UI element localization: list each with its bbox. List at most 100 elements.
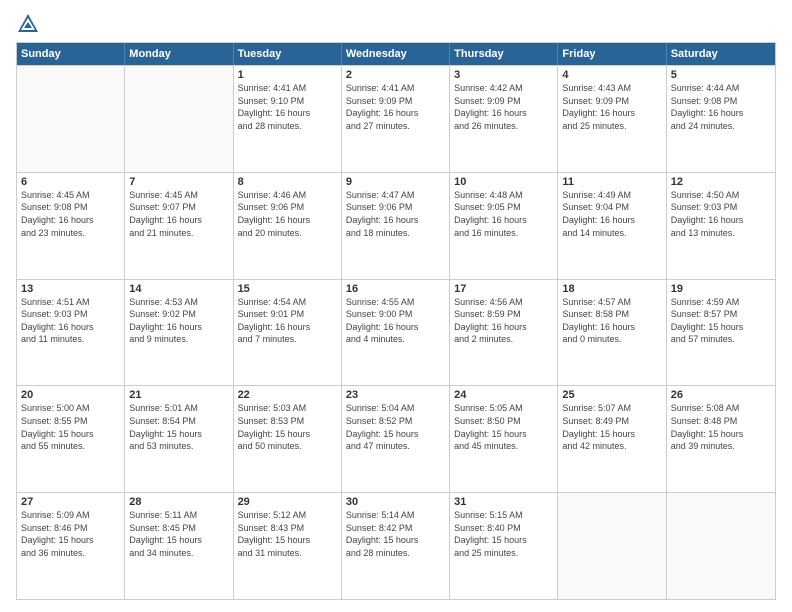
- day-info: Sunrise: 4:46 AM Sunset: 9:06 PM Dayligh…: [238, 189, 337, 239]
- day-number: 28: [129, 496, 228, 508]
- day-number: 14: [129, 283, 228, 295]
- day-info: Sunrise: 5:04 AM Sunset: 8:52 PM Dayligh…: [346, 402, 445, 452]
- day-number: 20: [21, 389, 120, 401]
- calendar-day-18: 18Sunrise: 4:57 AM Sunset: 8:58 PM Dayli…: [558, 280, 666, 386]
- day-info: Sunrise: 4:44 AM Sunset: 9:08 PM Dayligh…: [671, 82, 771, 132]
- day-number: 24: [454, 389, 553, 401]
- day-header-tuesday: Tuesday: [234, 43, 342, 65]
- day-info: Sunrise: 5:03 AM Sunset: 8:53 PM Dayligh…: [238, 402, 337, 452]
- day-info: Sunrise: 4:50 AM Sunset: 9:03 PM Dayligh…: [671, 189, 771, 239]
- day-number: 16: [346, 283, 445, 295]
- day-info: Sunrise: 5:05 AM Sunset: 8:50 PM Dayligh…: [454, 402, 553, 452]
- calendar-day-23: 23Sunrise: 5:04 AM Sunset: 8:52 PM Dayli…: [342, 386, 450, 492]
- calendar-day-24: 24Sunrise: 5:05 AM Sunset: 8:50 PM Dayli…: [450, 386, 558, 492]
- calendar-day-5: 5Sunrise: 4:44 AM Sunset: 9:08 PM Daylig…: [667, 66, 775, 172]
- calendar-day-15: 15Sunrise: 4:54 AM Sunset: 9:01 PM Dayli…: [234, 280, 342, 386]
- day-info: Sunrise: 5:14 AM Sunset: 8:42 PM Dayligh…: [346, 509, 445, 559]
- calendar-day-29: 29Sunrise: 5:12 AM Sunset: 8:43 PM Dayli…: [234, 493, 342, 599]
- day-info: Sunrise: 5:00 AM Sunset: 8:55 PM Dayligh…: [21, 402, 120, 452]
- day-info: Sunrise: 5:01 AM Sunset: 8:54 PM Dayligh…: [129, 402, 228, 452]
- day-number: 13: [21, 283, 120, 295]
- calendar-row-4: 27Sunrise: 5:09 AM Sunset: 8:46 PM Dayli…: [17, 492, 775, 599]
- calendar-row-3: 20Sunrise: 5:00 AM Sunset: 8:55 PM Dayli…: [17, 385, 775, 492]
- calendar-day-21: 21Sunrise: 5:01 AM Sunset: 8:54 PM Dayli…: [125, 386, 233, 492]
- day-info: Sunrise: 4:56 AM Sunset: 8:59 PM Dayligh…: [454, 296, 553, 346]
- day-number: 29: [238, 496, 337, 508]
- day-info: Sunrise: 4:49 AM Sunset: 9:04 PM Dayligh…: [562, 189, 661, 239]
- day-info: Sunrise: 5:08 AM Sunset: 8:48 PM Dayligh…: [671, 402, 771, 452]
- calendar-day-8: 8Sunrise: 4:46 AM Sunset: 9:06 PM Daylig…: [234, 173, 342, 279]
- day-number: 2: [346, 69, 445, 81]
- calendar-day-16: 16Sunrise: 4:55 AM Sunset: 9:00 PM Dayli…: [342, 280, 450, 386]
- day-number: 21: [129, 389, 228, 401]
- page-header: [16, 12, 776, 36]
- day-info: Sunrise: 4:41 AM Sunset: 9:09 PM Dayligh…: [346, 82, 445, 132]
- day-number: 26: [671, 389, 771, 401]
- calendar-day-1: 1Sunrise: 4:41 AM Sunset: 9:10 PM Daylig…: [234, 66, 342, 172]
- day-header-wednesday: Wednesday: [342, 43, 450, 65]
- calendar-row-2: 13Sunrise: 4:51 AM Sunset: 9:03 PM Dayli…: [17, 279, 775, 386]
- day-header-monday: Monday: [125, 43, 233, 65]
- logo-icon: [16, 12, 40, 36]
- calendar-day-28: 28Sunrise: 5:11 AM Sunset: 8:45 PM Dayli…: [125, 493, 233, 599]
- day-number: 8: [238, 176, 337, 188]
- day-info: Sunrise: 4:43 AM Sunset: 9:09 PM Dayligh…: [562, 82, 661, 132]
- calendar: SundayMondayTuesdayWednesdayThursdayFrid…: [16, 42, 776, 600]
- calendar-day-22: 22Sunrise: 5:03 AM Sunset: 8:53 PM Dayli…: [234, 386, 342, 492]
- day-info: Sunrise: 4:41 AM Sunset: 9:10 PM Dayligh…: [238, 82, 337, 132]
- logo: [16, 12, 44, 36]
- day-info: Sunrise: 4:42 AM Sunset: 9:09 PM Dayligh…: [454, 82, 553, 132]
- day-header-saturday: Saturday: [667, 43, 775, 65]
- day-info: Sunrise: 5:07 AM Sunset: 8:49 PM Dayligh…: [562, 402, 661, 452]
- calendar-day-19: 19Sunrise: 4:59 AM Sunset: 8:57 PM Dayli…: [667, 280, 775, 386]
- day-info: Sunrise: 5:12 AM Sunset: 8:43 PM Dayligh…: [238, 509, 337, 559]
- calendar-day-9: 9Sunrise: 4:47 AM Sunset: 9:06 PM Daylig…: [342, 173, 450, 279]
- calendar-day-27: 27Sunrise: 5:09 AM Sunset: 8:46 PM Dayli…: [17, 493, 125, 599]
- calendar-day-2: 2Sunrise: 4:41 AM Sunset: 9:09 PM Daylig…: [342, 66, 450, 172]
- day-info: Sunrise: 5:15 AM Sunset: 8:40 PM Dayligh…: [454, 509, 553, 559]
- day-info: Sunrise: 4:53 AM Sunset: 9:02 PM Dayligh…: [129, 296, 228, 346]
- day-number: 19: [671, 283, 771, 295]
- calendar-day-14: 14Sunrise: 4:53 AM Sunset: 9:02 PM Dayli…: [125, 280, 233, 386]
- day-info: Sunrise: 4:54 AM Sunset: 9:01 PM Dayligh…: [238, 296, 337, 346]
- day-number: 17: [454, 283, 553, 295]
- day-number: 23: [346, 389, 445, 401]
- day-number: 5: [671, 69, 771, 81]
- calendar-day-12: 12Sunrise: 4:50 AM Sunset: 9:03 PM Dayli…: [667, 173, 775, 279]
- calendar-day-25: 25Sunrise: 5:07 AM Sunset: 8:49 PM Dayli…: [558, 386, 666, 492]
- calendar-day-13: 13Sunrise: 4:51 AM Sunset: 9:03 PM Dayli…: [17, 280, 125, 386]
- day-number: 3: [454, 69, 553, 81]
- calendar-day-26: 26Sunrise: 5:08 AM Sunset: 8:48 PM Dayli…: [667, 386, 775, 492]
- calendar-empty-cell: [558, 493, 666, 599]
- calendar-day-11: 11Sunrise: 4:49 AM Sunset: 9:04 PM Dayli…: [558, 173, 666, 279]
- day-info: Sunrise: 4:45 AM Sunset: 9:07 PM Dayligh…: [129, 189, 228, 239]
- calendar-header: SundayMondayTuesdayWednesdayThursdayFrid…: [17, 43, 775, 65]
- day-number: 4: [562, 69, 661, 81]
- day-info: Sunrise: 4:51 AM Sunset: 9:03 PM Dayligh…: [21, 296, 120, 346]
- calendar-empty-cell: [17, 66, 125, 172]
- day-number: 25: [562, 389, 661, 401]
- calendar-day-6: 6Sunrise: 4:45 AM Sunset: 9:08 PM Daylig…: [17, 173, 125, 279]
- day-info: Sunrise: 5:09 AM Sunset: 8:46 PM Dayligh…: [21, 509, 120, 559]
- day-number: 6: [21, 176, 120, 188]
- day-header-thursday: Thursday: [450, 43, 558, 65]
- calendar-day-7: 7Sunrise: 4:45 AM Sunset: 9:07 PM Daylig…: [125, 173, 233, 279]
- calendar-day-3: 3Sunrise: 4:42 AM Sunset: 9:09 PM Daylig…: [450, 66, 558, 172]
- calendar-day-17: 17Sunrise: 4:56 AM Sunset: 8:59 PM Dayli…: [450, 280, 558, 386]
- day-number: 22: [238, 389, 337, 401]
- day-info: Sunrise: 4:55 AM Sunset: 9:00 PM Dayligh…: [346, 296, 445, 346]
- day-number: 30: [346, 496, 445, 508]
- day-number: 31: [454, 496, 553, 508]
- day-number: 18: [562, 283, 661, 295]
- calendar-empty-cell: [125, 66, 233, 172]
- day-info: Sunrise: 4:47 AM Sunset: 9:06 PM Dayligh…: [346, 189, 445, 239]
- calendar-row-0: 1Sunrise: 4:41 AM Sunset: 9:10 PM Daylig…: [17, 65, 775, 172]
- day-info: Sunrise: 4:48 AM Sunset: 9:05 PM Dayligh…: [454, 189, 553, 239]
- day-info: Sunrise: 5:11 AM Sunset: 8:45 PM Dayligh…: [129, 509, 228, 559]
- calendar-day-10: 10Sunrise: 4:48 AM Sunset: 9:05 PM Dayli…: [450, 173, 558, 279]
- day-info: Sunrise: 4:57 AM Sunset: 8:58 PM Dayligh…: [562, 296, 661, 346]
- day-number: 9: [346, 176, 445, 188]
- calendar-empty-cell: [667, 493, 775, 599]
- day-number: 10: [454, 176, 553, 188]
- calendar-day-31: 31Sunrise: 5:15 AM Sunset: 8:40 PM Dayli…: [450, 493, 558, 599]
